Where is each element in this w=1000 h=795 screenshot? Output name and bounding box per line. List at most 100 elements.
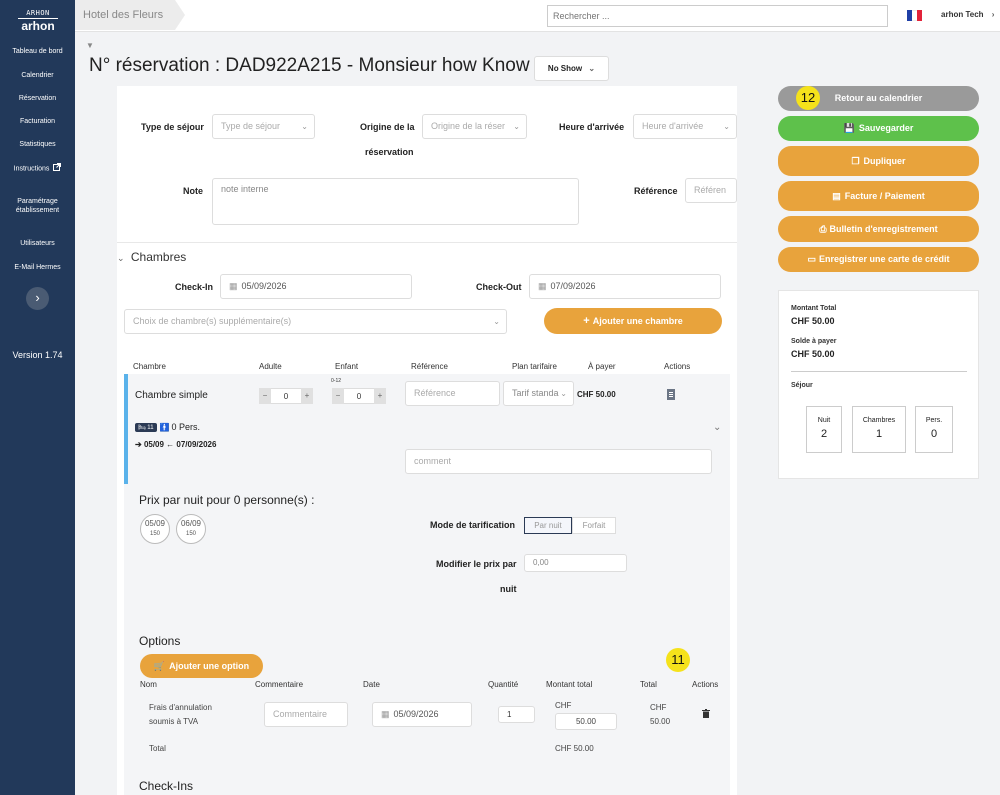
type-sejour-label: Type de séjour	[141, 122, 204, 132]
print-icon: ⎙	[819, 224, 827, 234]
plus-icon: +	[583, 315, 590, 327]
night-price-circle[interactable]: 06/09 150	[176, 514, 206, 544]
language-flag-icon[interactable]	[907, 10, 922, 21]
option-comment-input[interactable]: Commentaire	[264, 702, 348, 727]
origine-label-2: réservation	[365, 147, 414, 157]
option-name: Frais d'annulation soumis à TVA	[149, 703, 212, 726]
checkout-date-input[interactable]: ▦ 07/09/2026	[529, 274, 721, 299]
plus-button[interactable]: +	[301, 388, 313, 404]
add-room-button[interactable]: + Ajouter une chambre	[544, 308, 722, 334]
registration-label: Bulletin d'enregistrement	[829, 224, 938, 234]
room-info: 🛏 11 🚹 0 Pers.	[135, 422, 200, 432]
room-row: Chambre simple − 0 + 0-12 − 0 + Référenc…	[124, 374, 730, 795]
sidebar-item-dashboard[interactable]: Tableau de bord	[0, 47, 75, 56]
registration-form-button[interactable]: ⎙ Bulletin d'enregistrement	[778, 216, 979, 242]
document-icon[interactable]	[667, 389, 675, 403]
reservation-summary: Montant Total CHF 50.00 Solde à payer CH…	[778, 290, 979, 479]
heure-arrivee-placeholder: Heure d'arrivée	[642, 121, 704, 131]
room-choice-select[interactable]: Choix de chambre(s) supplémentaire(s) ⌄	[124, 309, 507, 334]
options-total-value: CHF 50.00	[555, 744, 594, 753]
save-icon: 💾	[843, 123, 855, 133]
type-sejour-select[interactable]: Type de séjour ⌄	[212, 114, 315, 139]
minus-button[interactable]: −	[259, 388, 271, 404]
sidebar-item-billing[interactable]: Facturation	[0, 117, 75, 126]
checkout-value: 07/09/2026	[550, 281, 596, 291]
children-stepper[interactable]: − 0 +	[332, 388, 386, 404]
minus-button[interactable]: −	[332, 388, 344, 404]
option-amount-input[interactable]: 50.00	[555, 713, 617, 730]
add-option-button[interactable]: 🛒 Ajouter une option	[140, 654, 263, 678]
plan-value: Tarif standa	[512, 388, 559, 398]
option-total: 50.00	[650, 717, 671, 726]
trash-icon[interactable]	[702, 709, 710, 721]
option-total-currency: CHF	[650, 703, 667, 712]
room-comment-input[interactable]: comment	[405, 449, 712, 474]
col-reference: Référence	[411, 362, 448, 371]
mode-forfait[interactable]: Forfait	[572, 517, 616, 534]
sidebar-item-settings[interactable]: Paramétrage établissement	[0, 197, 75, 215]
heure-arrivee-select[interactable]: Heure d'arrivée ⌄	[633, 114, 737, 139]
solde-value: CHF 50.00	[791, 349, 835, 359]
night-date: 06/09	[180, 519, 202, 528]
checkin-value: 05/09/2026	[241, 281, 287, 291]
calendar-icon: ▦	[229, 281, 238, 291]
night-price: 150	[149, 531, 160, 537]
option-amount-currency: CHF	[555, 701, 572, 710]
reservation-form: Type de séjour Type de séjour ⌄ Origine …	[117, 86, 737, 795]
user-menu[interactable]: arhon Tech ›	[941, 10, 994, 19]
sidebar-expand-button[interactable]: ›	[26, 287, 49, 310]
add-room-label: Ajouter une chambre	[592, 316, 683, 326]
chevron-down-icon: ⌄	[513, 122, 520, 131]
plus-button[interactable]: +	[374, 388, 386, 404]
night-price-circle[interactable]: 05/09 150	[140, 514, 170, 544]
prices-title: Prix par nuit pour 0 personne(s) :	[139, 493, 315, 507]
hotel-name: Hotel des Fleurs	[83, 9, 164, 21]
modify-price-input[interactable]: 0,00	[524, 554, 627, 572]
save-credit-card-button[interactable]: ▭ Enregistrer une carte de crédit	[778, 247, 979, 272]
plan-tarifaire-select[interactable]: Tarif standa ⌄	[503, 381, 574, 406]
chevron-down-icon[interactable]: ⌄	[713, 422, 721, 433]
sidebar-item-users[interactable]: Utilisateurs	[0, 239, 75, 248]
reference-input[interactable]: Référen	[685, 178, 737, 203]
hotel-breadcrumb[interactable]: Hotel des Fleurs ▼	[75, 0, 185, 50]
stat-label: Nuit	[817, 417, 831, 424]
duplicate-button[interactable]: ❐ Dupliquer	[778, 146, 979, 176]
annotation-badge: 11	[666, 648, 690, 672]
adults-value[interactable]: 0	[271, 388, 301, 404]
modify-price-label: Modifier le prix par	[436, 559, 517, 569]
top-bar: Hotel des Fleurs ▼ arhon Tech ›	[75, 0, 1000, 50]
status-dropdown[interactable]: No Show ⌄	[534, 56, 609, 81]
sidebar-item-reservation[interactable]: Réservation	[0, 94, 75, 103]
col-chambre: Chambre	[133, 362, 166, 371]
option-quantity-input[interactable]: 1	[498, 706, 535, 723]
type-sejour-placeholder: Type de séjour	[221, 121, 281, 131]
montant-total-label: Montant Total	[791, 305, 837, 312]
sidebar-item-email[interactable]: E-Mail Hermes	[0, 263, 75, 272]
reference-placeholder: Référen	[694, 185, 727, 195]
sidebar-item-statistics[interactable]: Statistiques	[0, 140, 75, 149]
sidebar-item-instructions[interactable]: Instructions	[0, 163, 75, 174]
room-reference-input[interactable]: Référence	[405, 381, 500, 406]
room-name: Chambre simple	[135, 390, 208, 401]
chevron-down-icon: ⌄	[560, 389, 567, 398]
note-textarea[interactable]: note interne	[212, 178, 579, 225]
origine-select[interactable]: Origine de la réser ⌄	[422, 114, 527, 139]
option-date-input[interactable]: ▦ 05/09/2026	[372, 702, 472, 727]
option-amount-value: 50.00	[575, 717, 597, 726]
invoice-label: Facture / Paiement	[844, 191, 925, 201]
save-button[interactable]: 💾 Sauvegarder	[778, 116, 979, 141]
room-choice-placeholder: Choix de chambre(s) supplémentaire(s)	[133, 316, 292, 326]
mode-par-nuit[interactable]: Par nuit	[524, 517, 572, 534]
chambres-section-toggle[interactable]: ⌄ Chambres	[117, 250, 186, 264]
adults-stepper[interactable]: − 0 +	[259, 388, 313, 404]
comment-placeholder: comment	[414, 456, 452, 466]
sidebar-item-calendar[interactable]: Calendrier	[0, 71, 75, 80]
col-actions: Actions	[664, 362, 691, 371]
checkin-label: Check-In	[175, 282, 214, 292]
invoice-payment-button[interactable]: ▤ Facture / Paiement	[778, 181, 979, 211]
logo[interactable]: ARHON arhon	[18, 9, 58, 33]
credit-card-label: Enregistrer une carte de crédit	[818, 254, 950, 264]
search-input[interactable]	[547, 5, 888, 27]
children-value[interactable]: 0	[344, 388, 374, 404]
checkin-date-input[interactable]: ▦ 05/09/2026	[220, 274, 412, 299]
